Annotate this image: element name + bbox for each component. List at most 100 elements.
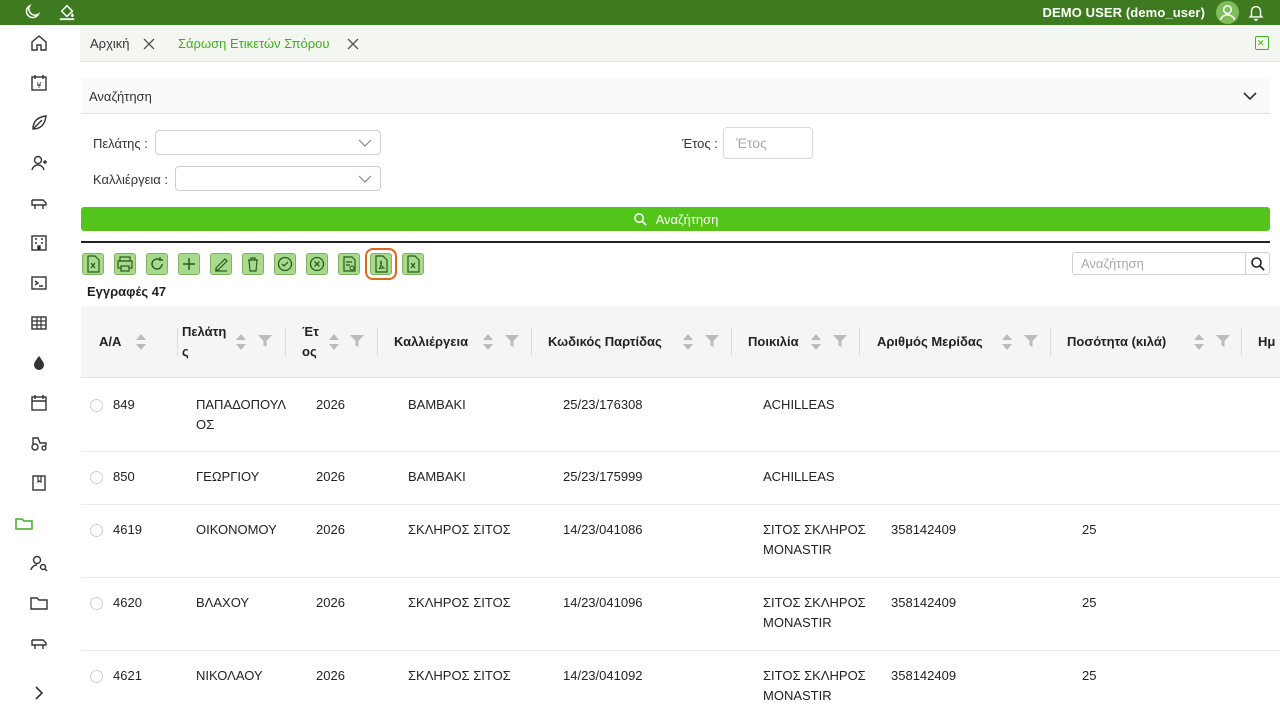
add-button[interactable] [178,253,200,275]
filter-icon[interactable] [705,335,719,348]
cell-aa: 4621 [113,668,142,683]
sort-icon[interactable] [135,332,147,352]
sort-icon[interactable] [328,332,340,352]
cancel-button[interactable] [306,253,328,275]
sort-icon[interactable] [482,332,494,352]
search-icon [633,212,647,226]
refresh-button[interactable] [146,253,168,275]
cell-lot: 358142409 [891,595,957,610]
table-row[interactable]: 850 ΓΕΩΡΓΙΟΥ 2026 ΒΑΜΒΑΚΙ 25/23/175999 A… [81,452,1280,505]
calendar-icon[interactable] [29,393,49,413]
user-avatar-icon[interactable] [1216,1,1239,24]
column-header-date[interactable]: Ημ [1242,306,1280,378]
home-icon[interactable] [29,33,49,53]
cell-batch: 25/23/176308 [563,397,643,412]
terminal-icon[interactable] [29,273,49,293]
cell-variety: ACHILLEAS [763,397,835,412]
edit-button[interactable] [210,253,232,275]
table-row[interactable]: 4620 ΒΛΑΧΟΥ 2026 ΣΚΛΗΡΟΣ ΣΙΤΟΣ 14/23/041… [81,578,1280,651]
export-excel-button[interactable] [82,253,104,275]
cell-variety: ACHILLEAS [763,469,835,484]
column-label: Ημ [1258,334,1276,349]
close-icon[interactable] [142,37,156,51]
sort-icon[interactable] [235,332,247,352]
row-select-radio[interactable] [90,670,103,683]
cell-crop: ΣΚΛΗΡΟΣ ΣΙΤΟΣ [408,522,511,537]
column-header-batch[interactable]: Κωδικός Παρτίδας [532,306,732,378]
cow-icon[interactable] [29,633,49,653]
filter-icon[interactable] [1216,335,1230,348]
cell-crop: ΒΑΜΒΑΚΙ [408,397,466,412]
filter-icon[interactable] [505,335,519,348]
delete-button[interactable] [242,253,264,275]
document-edit-button[interactable] [338,253,360,275]
search-panel-header[interactable]: Αναζήτηση [81,78,1270,114]
cell-year: 2026 [316,668,345,683]
paint-bucket-icon[interactable] [58,3,76,21]
drop-icon[interactable] [29,353,49,373]
sort-icon[interactable] [1001,332,1013,352]
bell-icon[interactable] [1247,3,1265,21]
filter-icon[interactable] [258,335,272,348]
row-select-radio[interactable] [90,399,103,412]
table-row[interactable]: 849 ΠΑΠΑΔΟΠΟΥΛ ΟΣ 2026 ΒΑΜΒΑΚΙ 25/23/176… [81,379,1280,452]
row-select-radio[interactable] [90,524,103,537]
approve-button[interactable] [274,253,296,275]
column-header-aa[interactable]: Α/Α [81,306,178,378]
grid-search-button[interactable] [1245,252,1270,275]
filter-icon[interactable] [1024,335,1038,348]
folder-open-icon[interactable] [14,513,34,533]
sort-icon[interactable] [682,332,694,352]
user-search-icon[interactable] [29,553,49,573]
row-select-radio[interactable] [90,471,103,484]
cell-batch: 25/23/175999 [563,469,643,484]
column-header-lot[interactable]: Αριθμός Μερίδας [860,306,1051,378]
user-name[interactable]: DEMO USER (demo_user) [1043,5,1205,20]
table-row[interactable]: 4619 ΟΙΚΟΝΟΜΟΥ 2026 ΣΚΛΗΡΟΣ ΣΙΤΟΣ 14/23/… [81,505,1280,578]
year-label: Έτος : [682,136,718,151]
grid-search-input[interactable] [1072,252,1246,275]
sort-icon[interactable] [810,332,822,352]
crop-select[interactable] [175,166,381,191]
customer-select[interactable] [155,130,381,155]
calendar-price-icon[interactable]: ¥ [29,73,49,93]
cell-customer: ΟΙΚΟΝΟΜΟΥ [196,522,277,537]
close-icon[interactable] [346,37,360,51]
export-excel-2-button[interactable] [402,253,424,275]
user-icon[interactable] [29,153,49,173]
table-row[interactable]: 4621 ΝΙΚΟΛΑΟΥ 2026 ΣΚΛΗΡΟΣ ΣΙΤΟΣ 14/23/0… [81,651,1280,720]
table-icon[interactable] [29,313,49,333]
cell-variety: ΣΙΤΟΣ ΣΚΛΗΡΟΣ MONASTIR [763,666,866,706]
column-header-year[interactable]: Έτ ος [286,306,378,378]
moon-icon[interactable] [23,3,41,21]
chevron-right-icon[interactable] [29,683,49,703]
cell-batch: 14/23/041096 [563,595,643,610]
column-header-qty[interactable]: Ποσότητα (κιλά) [1051,306,1242,378]
cell-line: MONASTIR [763,615,832,630]
column-header-customer[interactable]: Πελάτη ς [178,306,286,378]
tractor-icon[interactable] [29,433,49,453]
cell-batch: 14/23/041092 [563,668,643,683]
close-all-tabs-icon[interactable] [1255,36,1269,50]
year-input[interactable] [723,127,813,159]
sort-icon[interactable] [1193,332,1205,352]
filter-icon[interactable] [833,335,847,348]
leaf-icon[interactable] [29,113,49,133]
building-icon[interactable] [29,233,49,253]
tab-label: Αρχική [90,36,130,51]
cell-batch: 14/23/041086 [563,522,643,537]
print-button[interactable] [114,253,136,275]
column-header-variety[interactable]: Ποικιλία [732,306,860,378]
row-select-radio[interactable] [90,597,103,610]
column-header-crop[interactable]: Καλλιέργεια [378,306,532,378]
search-button[interactable]: Αναζήτηση [81,207,1270,231]
folder-icon[interactable] [29,593,49,613]
filter-icon[interactable] [350,335,364,348]
chevron-down-icon[interactable] [1242,88,1258,104]
tab-home[interactable]: Αρχική [90,25,156,62]
export-pdf-button[interactable] [365,248,397,280]
book-icon[interactable] [29,473,49,493]
tab-seed-label-scan[interactable]: Σάρωση Ετικετών Σπόρου [178,25,360,62]
livestock-icon[interactable] [29,193,49,213]
cell-aa: 4620 [113,595,142,610]
